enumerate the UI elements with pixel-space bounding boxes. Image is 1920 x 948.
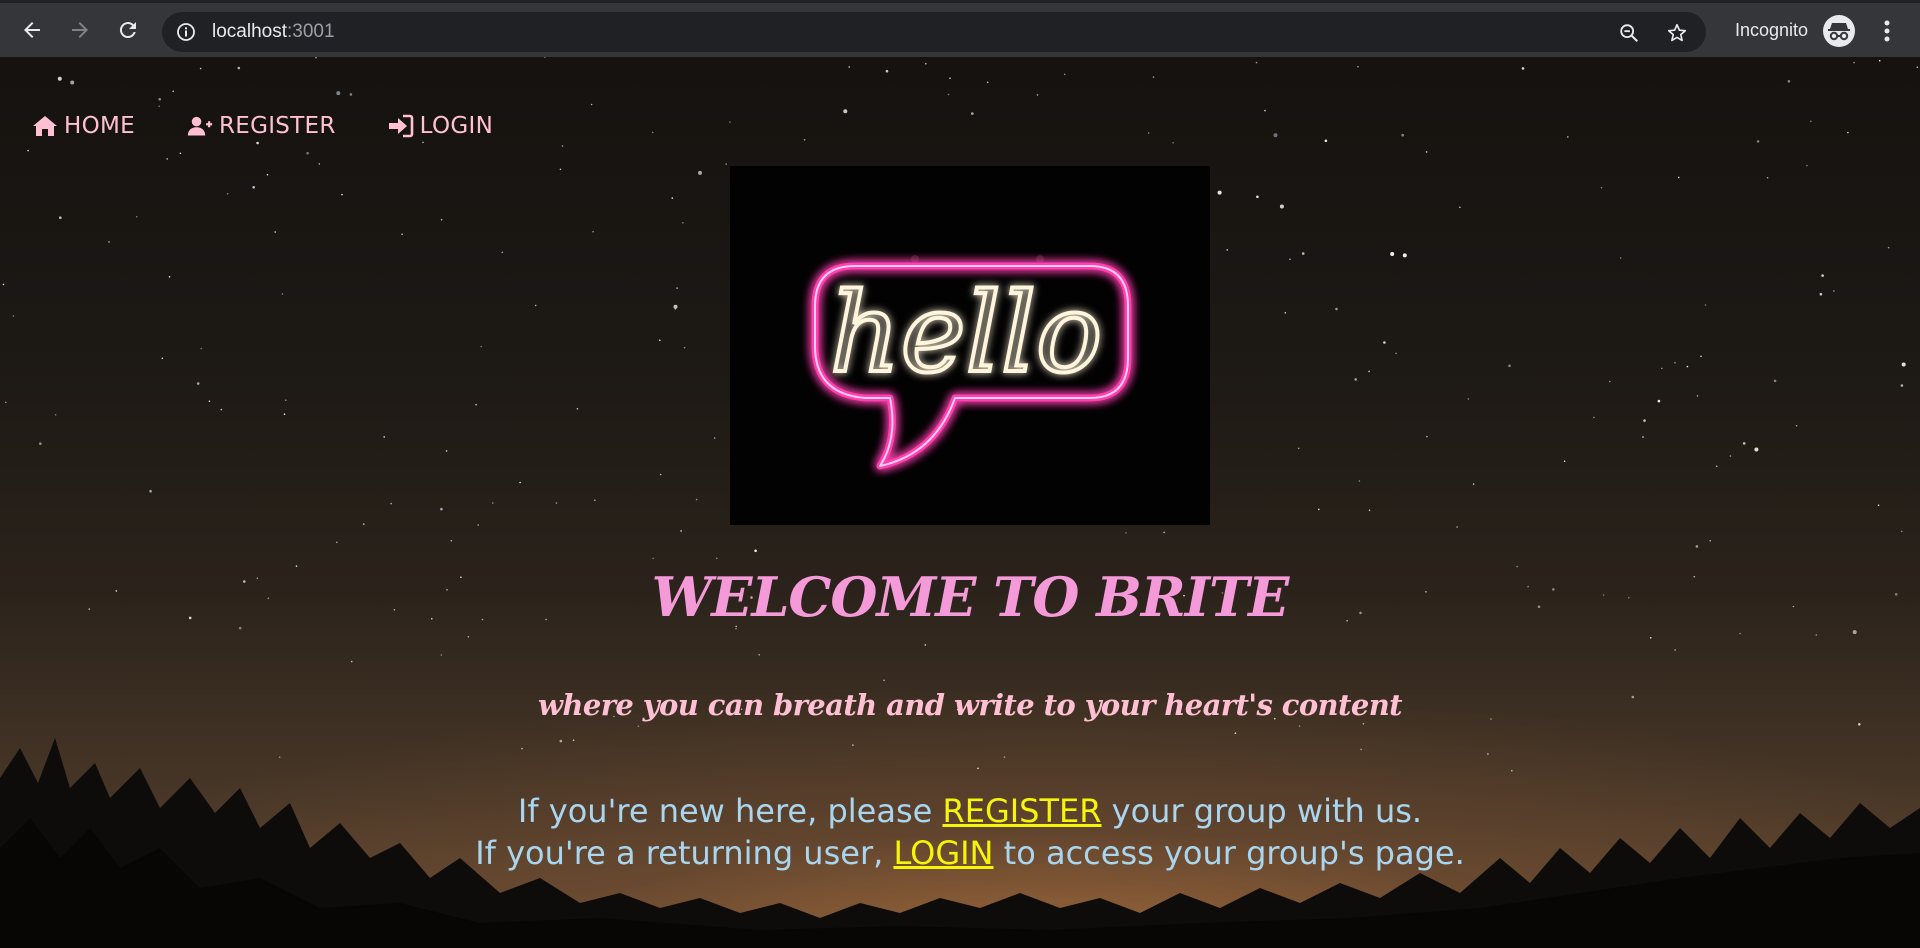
- nav-home-link[interactable]: HOME: [32, 113, 135, 139]
- home-icon: [33, 116, 57, 136]
- address-bar[interactable]: localhost:3001: [162, 12, 1706, 52]
- call-to-action: If you're new here, please REGISTER your…: [0, 790, 1920, 874]
- nav-login-link[interactable]: LOGIN: [388, 113, 493, 139]
- cta-login-link[interactable]: LOGIN: [893, 834, 993, 872]
- neon-hello-sign: hello: [811, 255, 1132, 470]
- incognito-label: Incognito: [1735, 20, 1809, 40]
- incognito-icon[interactable]: [1823, 15, 1855, 47]
- reload-icon: [119, 22, 136, 39]
- back-button[interactable]: [15, 13, 49, 47]
- page-tagline: where you can breath and write to your h…: [538, 688, 1403, 722]
- info-icon[interactable]: [176, 22, 196, 42]
- forward-button[interactable]: [63, 13, 97, 47]
- nav-register-label: REGISTER: [218, 113, 336, 139]
- arrow-right-icon: [72, 22, 88, 38]
- neon-text: hello: [830, 269, 1103, 397]
- cta-register-link[interactable]: REGISTER: [942, 792, 1101, 830]
- more-menu-icon[interactable]: [1873, 17, 1901, 45]
- site-nav: HOME REGISTER LOGIN: [32, 113, 493, 139]
- browser-toolbar: localhost:3001 Incognito: [0, 0, 1920, 57]
- sign-in-icon: [388, 114, 413, 138]
- bookmark-star-icon[interactable]: [1666, 22, 1688, 44]
- cta-line-new-user: If you're new here, please REGISTER your…: [517, 792, 1423, 830]
- page-viewport: HOME REGISTER LOGIN hello WELCOME TO BRI…: [0, 57, 1920, 948]
- user-plus-icon: [187, 116, 213, 136]
- nav-register-link[interactable]: REGISTER: [187, 113, 336, 139]
- url-text: localhost:3001: [212, 21, 335, 42]
- arrow-left-icon: [24, 22, 40, 38]
- hero-neon-image: hello: [730, 166, 1210, 525]
- page-title: WELCOME TO BRITE: [651, 565, 1290, 629]
- nav-home-label: HOME: [64, 113, 135, 139]
- reload-button[interactable]: [111, 13, 145, 47]
- cta-line-returning-user: If you're a returning user, LOGIN to acc…: [475, 834, 1465, 872]
- nav-login-label: LOGIN: [419, 113, 494, 139]
- zoom-icon[interactable]: [1618, 22, 1640, 44]
